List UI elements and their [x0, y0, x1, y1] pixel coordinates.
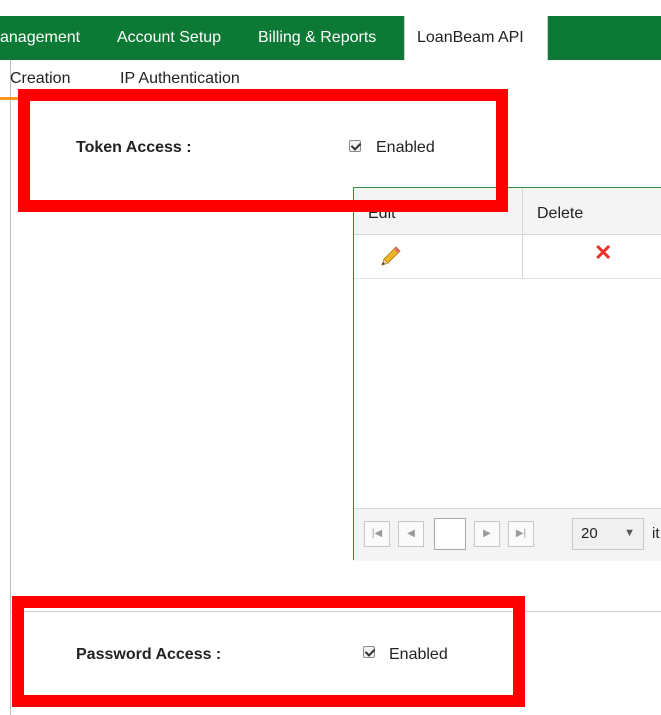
chevron-down-icon: ▼ — [624, 527, 635, 539]
prev-page-icon[interactable]: ◀ — [398, 521, 424, 547]
left-border — [10, 60, 11, 715]
grid-header: Edit Delete — [354, 188, 661, 235]
pager-items-text: it — [652, 525, 660, 542]
password-access-enabled-label: Enabled — [389, 646, 448, 663]
password-access-label: Password Access : — [76, 646, 222, 663]
nav-item-billing-reports[interactable]: Billing & Reports — [258, 16, 376, 60]
nav-item-loanbeam-api[interactable]: LoanBeam API — [404, 16, 548, 61]
page-size-select[interactable]: 20 ▼ — [572, 518, 644, 550]
top-nav: anagement Account Setup Billing & Report… — [0, 16, 661, 61]
tab-creation[interactable]: Creation — [10, 70, 70, 88]
page: anagement Account Setup Billing & Report… — [0, 0, 661, 715]
token-access-label: Token Access : — [76, 139, 192, 156]
last-page-icon[interactable]: ▶| — [508, 521, 534, 547]
token-access-checkbox[interactable] — [349, 140, 361, 152]
tab-ip-authentication[interactable]: IP Authentication — [120, 70, 240, 88]
table-row: ✕ — [354, 234, 661, 279]
sub-tabs: Creation IP Authentication — [0, 60, 661, 100]
next-page-icon[interactable]: ▶ — [474, 521, 500, 547]
first-page-icon[interactable]: |◀ — [364, 521, 390, 547]
token-grid: Edit Delete ✕ |◀ ◀ ▶ ▶| 20 ▼ it — [353, 187, 661, 561]
page-number-input[interactable] — [434, 518, 466, 550]
column-header-edit[interactable]: Edit — [368, 188, 396, 234]
pencil-icon[interactable] — [379, 244, 403, 268]
nav-item-management[interactable]: anagement — [0, 16, 80, 60]
active-tab-underline — [0, 97, 100, 100]
delete-x-icon[interactable]: ✕ — [594, 242, 616, 264]
password-access-checkbox[interactable] — [363, 646, 375, 658]
token-access-enabled-label: Enabled — [376, 139, 435, 156]
nav-item-account-setup[interactable]: Account Setup — [117, 16, 221, 60]
page-size-value: 20 — [581, 525, 598, 542]
section-divider — [10, 611, 661, 612]
column-header-delete[interactable]: Delete — [537, 188, 583, 234]
grid-pager: |◀ ◀ ▶ ▶| 20 ▼ it — [354, 508, 661, 561]
